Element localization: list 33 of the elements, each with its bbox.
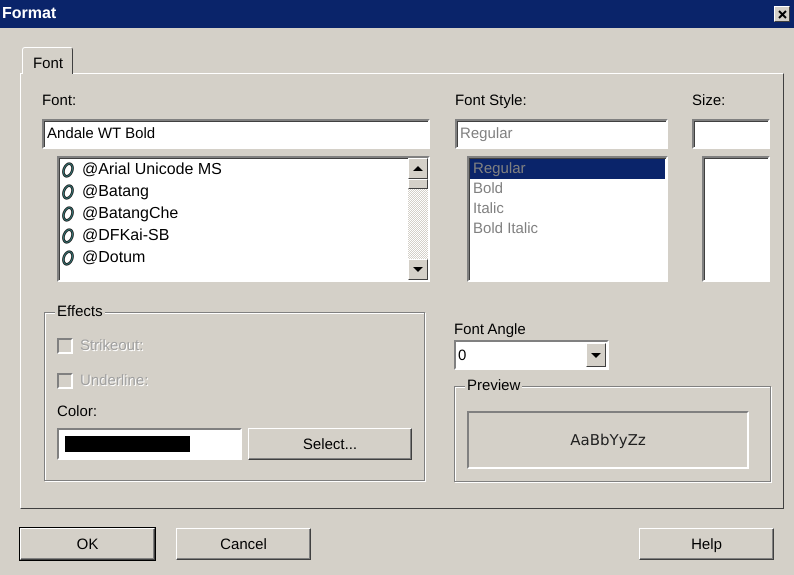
font-input[interactable]: Andale WT Bold (42, 119, 430, 149)
dialog-button[interactable]: Cancel (176, 528, 311, 560)
dialog-button[interactable]: Help (639, 528, 774, 560)
size-label: Size: (692, 91, 726, 111)
font-angle-label: Font Angle (454, 320, 527, 340)
font-list-item[interactable]: @DFKai-SB (61, 225, 406, 247)
window-title: Format (2, 5, 56, 23)
up-arrow-icon (413, 166, 423, 171)
font-type-icon (61, 162, 76, 178)
font-angle-combo[interactable]: 0 (454, 340, 609, 370)
font-list-item[interactable]: @Batang (61, 181, 406, 203)
dropdown-arrow-icon (591, 352, 601, 358)
font-list-item[interactable]: @Arial Unicode MS (61, 159, 406, 181)
dialog-button[interactable]: OK (20, 528, 155, 560)
color-field[interactable] (57, 428, 242, 460)
size-input[interactable] (692, 119, 770, 149)
font-type-icon (61, 206, 76, 222)
scrollbar[interactable] (408, 158, 428, 280)
scroll-thumb[interactable] (408, 179, 428, 189)
tab[interactable]: Font (22, 47, 74, 74)
font-list-item[interactable]: @BatangChe (61, 203, 406, 225)
font-type-icon (61, 184, 76, 200)
color-label: Color: (57, 403, 98, 420)
font-style-label: Font Style: (455, 91, 528, 111)
font-type-icon (61, 250, 76, 266)
font-label: Font: (42, 91, 78, 111)
select-button[interactable]: Select... (248, 428, 412, 460)
close-button[interactable] (774, 6, 790, 22)
close-icon (778, 10, 786, 18)
preview-sample: AaBbYyZz (467, 411, 749, 469)
font-list-item[interactable]: @Dotum (61, 247, 406, 269)
font-type-icon (61, 228, 76, 244)
down-arrow-icon (413, 267, 423, 272)
